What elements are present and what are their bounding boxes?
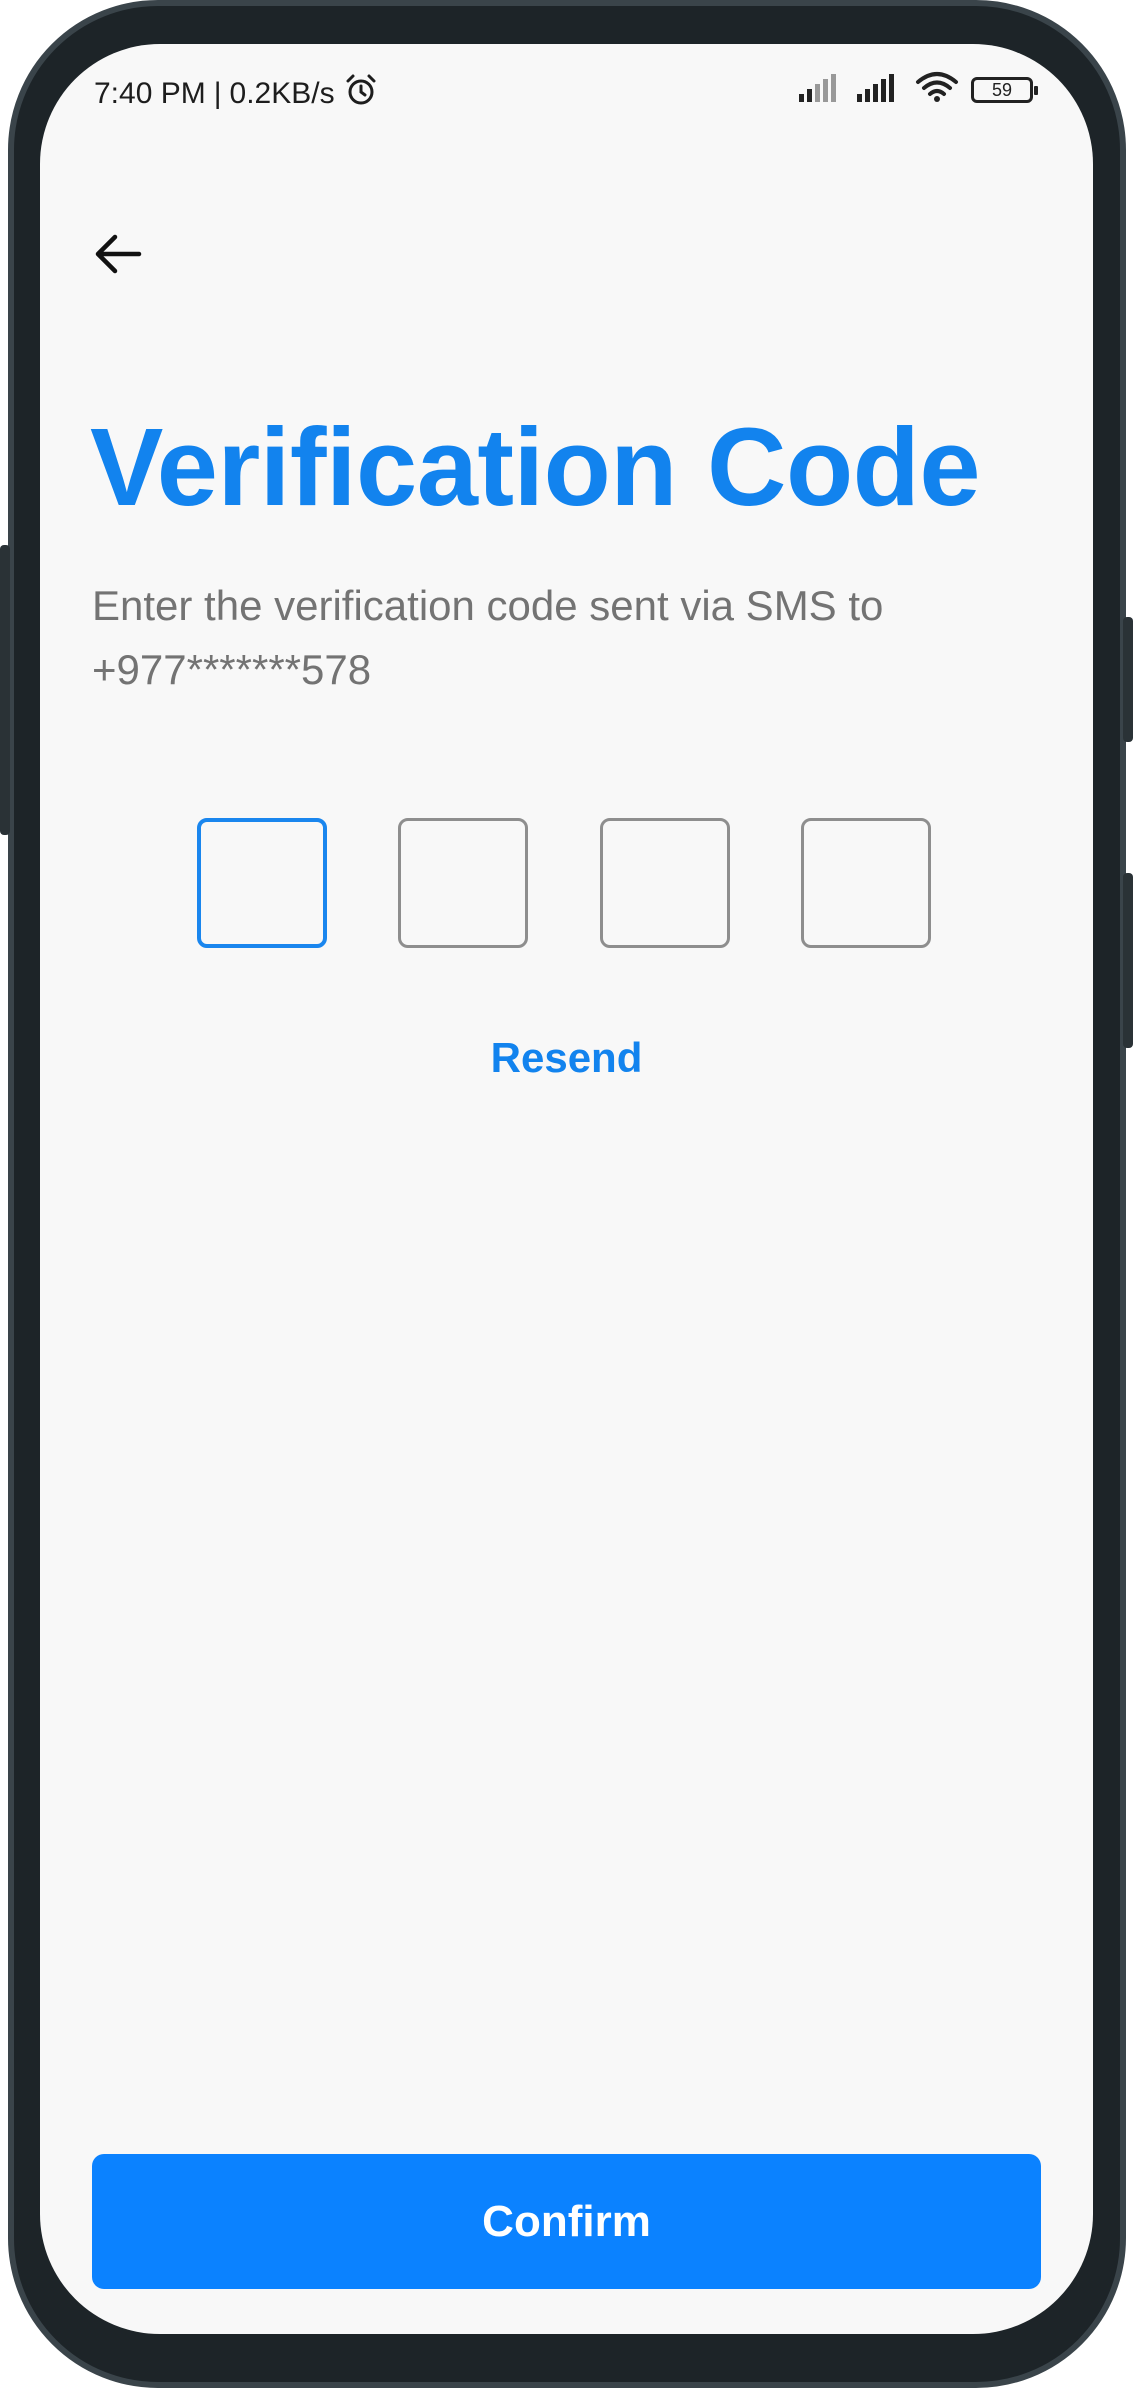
volume-button	[0, 545, 10, 835]
otp-input-group	[197, 818, 937, 952]
confirm-button[interactable]: Confirm	[92, 2154, 1041, 2289]
otp-digit-1[interactable]	[197, 818, 327, 948]
page-title: Verification Code	[90, 406, 981, 529]
resend-link[interactable]: Resend	[40, 1034, 1093, 1082]
back-button[interactable]	[86, 222, 150, 286]
status-bar: 7:40 PM | 0.2KB/s 59	[40, 44, 1093, 134]
network-speed: 0.2KB/s	[229, 77, 335, 110]
arrow-left-icon	[95, 234, 142, 274]
signal-icon	[799, 72, 845, 107]
app-screen: 7:40 PM | 0.2KB/s 59 Verification Code E…	[40, 44, 1093, 2334]
otp-digit-3[interactable]	[600, 818, 730, 948]
status-time: 7:40 PM	[94, 77, 206, 110]
status-right: 59	[799, 71, 1038, 108]
otp-digit-4[interactable]	[801, 818, 931, 948]
status-separator: |	[213, 77, 222, 110]
verification-instructions: Enter the verification code sent via SMS…	[92, 582, 884, 693]
signal-icon	[857, 72, 903, 107]
side-button	[1123, 617, 1133, 742]
battery-icon: 59	[971, 76, 1038, 103]
wifi-icon	[915, 71, 959, 108]
power-button	[1123, 873, 1133, 1048]
alarm-clock-icon	[343, 72, 379, 116]
status-left: 7:40 PM | 0.2KB/s	[94, 72, 379, 116]
otp-digit-2[interactable]	[398, 818, 528, 948]
